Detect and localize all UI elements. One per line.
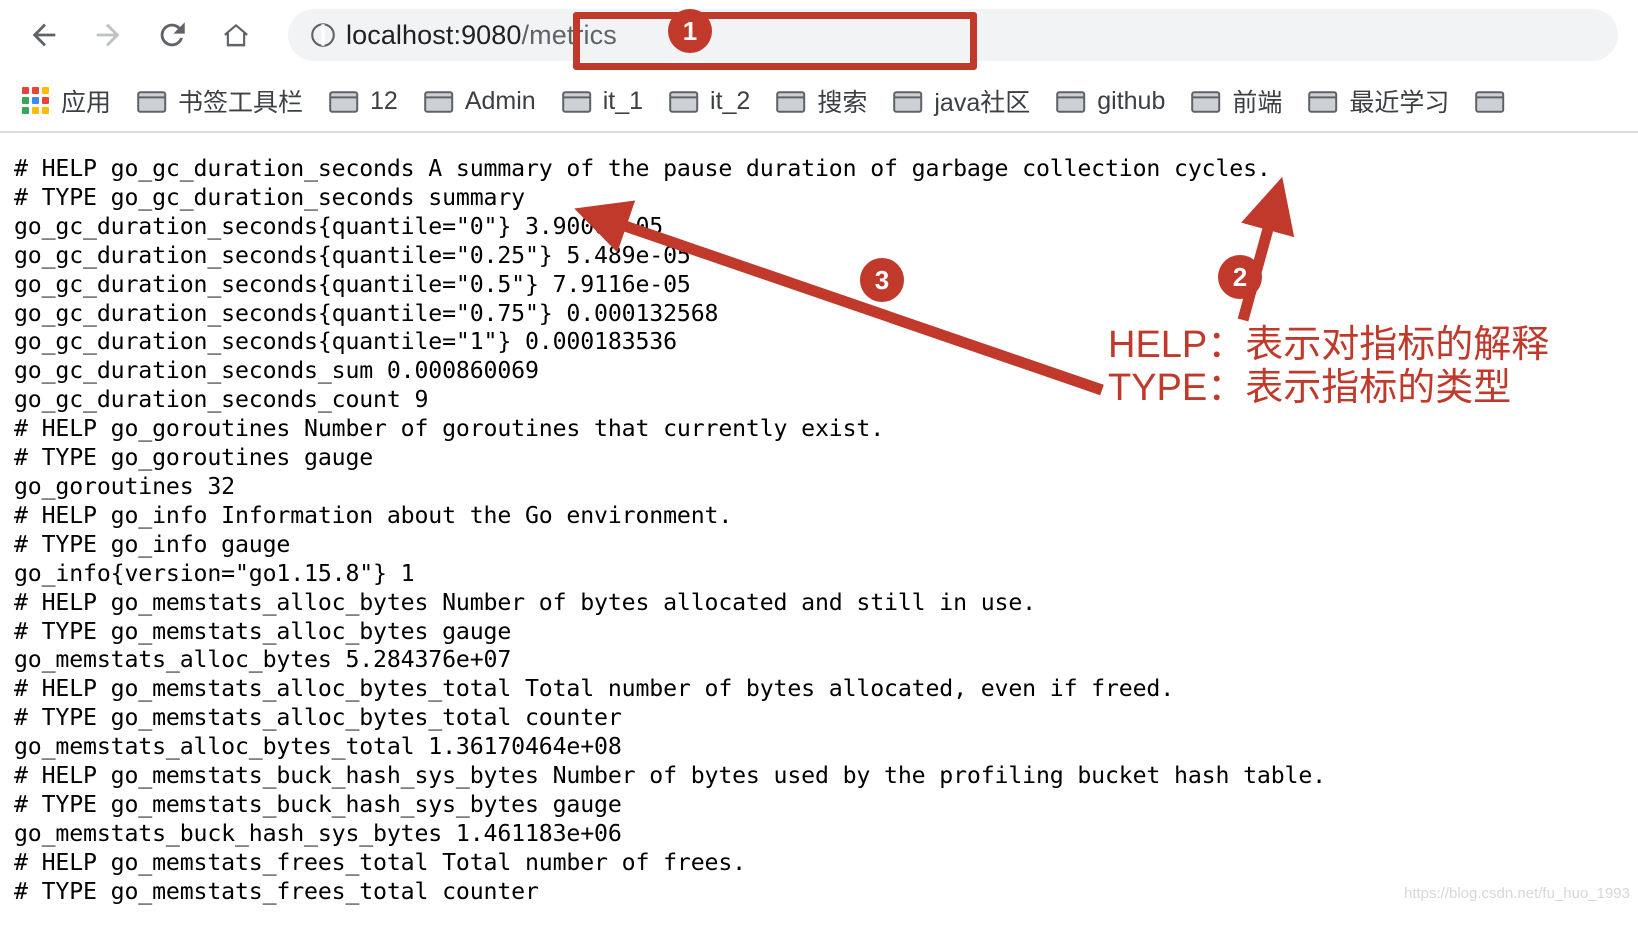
url-path: /metrics (521, 19, 617, 50)
folder-icon (776, 88, 806, 114)
bookmark-label: it_1 (602, 86, 644, 115)
bookmark-apps[interactable]: 应用 (22, 83, 111, 119)
reload-button[interactable] (148, 11, 196, 59)
folder-icon (1308, 88, 1338, 114)
omnibox-container: localhost:9080/metrics (288, 6, 1638, 70)
address-bar[interactable]: localhost:9080/metrics (288, 9, 1618, 61)
bookmark-folder-1[interactable]: 书签工具栏 (137, 83, 303, 119)
url-text: localhost:9080/metrics (346, 20, 617, 51)
bookmark-folder-11-overflow[interactable] (1475, 88, 1516, 114)
bookmark-folder-5[interactable]: it_2 (669, 87, 750, 116)
browser-window: localhost:9080/metrics 应用 书签工具栏 12 Admin… (0, 0, 1638, 940)
bookmark-folder-7[interactable]: java社区 (893, 83, 1030, 119)
bookmark-label: java社区 (934, 89, 1031, 117)
back-arrow-icon (27, 18, 61, 52)
url-host: localhost:9080 (346, 19, 522, 50)
bookmark-folder-9[interactable]: 前端 (1191, 83, 1282, 119)
page-info-icon[interactable] (308, 20, 338, 50)
bookmark-folder-10[interactable]: 最近学习 (1308, 83, 1449, 119)
bookmarks-bar: 应用 书签工具栏 12 Admin it_1 it_2 搜索 java社区 gi… (0, 70, 1638, 132)
bookmark-label: 最近学习 (1349, 89, 1450, 117)
folder-icon (1056, 88, 1086, 114)
watermark: https://blog.csdn.net/fu_huo_1993 (1403, 885, 1630, 902)
bookmark-label: Admin (464, 86, 536, 115)
folder-icon (1475, 88, 1505, 114)
folder-icon (137, 88, 167, 114)
bookmark-label: 12 (370, 86, 398, 115)
folder-icon (1191, 88, 1221, 114)
bookmark-label: 搜索 (817, 89, 868, 117)
bookmark-folder-6[interactable]: 搜索 (776, 83, 867, 119)
bookmark-label: 前端 (1232, 89, 1283, 117)
bookmark-label: it_2 (710, 86, 751, 115)
home-icon (219, 18, 253, 52)
forward-button[interactable] (84, 11, 132, 59)
bookmark-label: 书签工具栏 (178, 89, 304, 117)
folder-icon (893, 88, 923, 114)
reload-icon (155, 18, 189, 52)
folder-icon (329, 88, 359, 114)
page-viewport: # HELP go_gc_duration_seconds A summary … (0, 133, 1638, 940)
back-button[interactable] (20, 11, 68, 59)
bookmark-folder-3[interactable]: Admin (424, 87, 536, 116)
folder-icon (424, 88, 454, 114)
bookmark-label: github (1097, 86, 1166, 115)
home-button[interactable] (212, 11, 260, 59)
bookmark-folder-8[interactable]: github (1056, 87, 1165, 116)
apps-grid-icon (22, 87, 50, 115)
browser-toolbar: localhost:9080/metrics (0, 0, 1638, 70)
bookmark-folder-2[interactable]: 12 (329, 87, 398, 116)
folder-icon (561, 88, 592, 114)
forward-arrow-icon (91, 18, 125, 52)
bookmark-folder-4[interactable]: it_1 (561, 86, 644, 116)
bookmark-label: 应用 (61, 89, 112, 117)
prometheus-metrics-text: # HELP go_gc_duration_seconds A summary … (14, 155, 1326, 905)
folder-icon (669, 88, 699, 114)
